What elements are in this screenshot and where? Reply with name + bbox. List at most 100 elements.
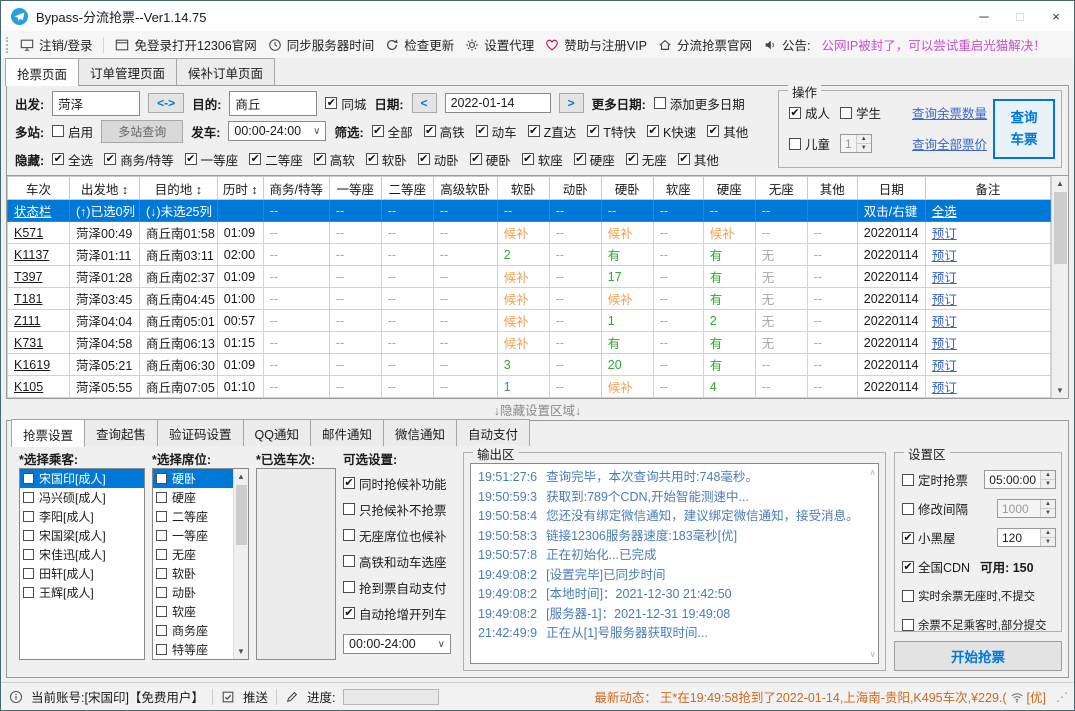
column-header-日期[interactable]: 日期 bbox=[857, 177, 925, 200]
cell-备注[interactable]: 预订 bbox=[925, 310, 1050, 332]
settings-tab-3[interactable]: QQ通知 bbox=[243, 419, 311, 446]
hide-软座[interactable]: 软座 bbox=[522, 150, 563, 169]
seat-item-商务座[interactable]: 商务座 bbox=[153, 621, 233, 640]
step-down-icon[interactable]: ▼ bbox=[1041, 509, 1055, 517]
option-自动抢增开列车[interactable]: 自动抢增开列车 bbox=[343, 600, 455, 626]
pass-item-田轩[成人][interactable]: 田轩[成人] bbox=[20, 564, 144, 583]
pass-item-冯兴硕[成人][interactable]: 冯兴硕[成人] bbox=[20, 488, 144, 507]
hide-商务/特等[interactable]: 商务/特等 bbox=[104, 150, 173, 169]
timed-grab-time-stepper[interactable]: 05:00:00▲▼ bbox=[984, 470, 1056, 489]
seat-item-特等座[interactable]: 特等座 bbox=[153, 640, 233, 659]
settings-tab-1[interactable]: 查询起售 bbox=[84, 419, 158, 446]
multi-query-button[interactable]: 多站查询 bbox=[101, 120, 183, 143]
swap-stations-button[interactable]: <-> bbox=[148, 93, 184, 113]
main-tab-0[interactable]: 抢票页面 bbox=[5, 58, 79, 86]
filter-T特快[interactable]: T特快 bbox=[587, 122, 636, 141]
resize-grip[interactable]: ⋰ bbox=[1056, 690, 1068, 704]
column-header-出发地[interactable]: 出发地 ↕ bbox=[70, 177, 140, 200]
toolbar-item-sync-server-time[interactable]: 同步服务器时间 bbox=[268, 35, 375, 54]
column-header-软座[interactable]: 软座 bbox=[653, 177, 703, 200]
blackroom-checkbox[interactable]: 小黑屋 bbox=[902, 528, 956, 547]
column-header-动卧[interactable]: 动卧 bbox=[549, 177, 601, 200]
filter-全部[interactable]: 全部 bbox=[372, 122, 413, 141]
step-down-icon[interactable]: ▼ bbox=[1041, 480, 1055, 488]
cell-备注[interactable]: 预订 bbox=[925, 376, 1050, 398]
column-header-备注[interactable]: 备注 bbox=[925, 177, 1050, 200]
option-同时抢候补功能[interactable]: 同时抢候补功能 bbox=[343, 470, 455, 496]
add-more-dates-checkbox[interactable]: 添加更多日期 bbox=[654, 94, 745, 113]
settings-tab-5[interactable]: 微信通知 bbox=[383, 419, 457, 446]
step-up-icon[interactable]: ▲ bbox=[1041, 529, 1055, 538]
hide-软卧[interactable]: 软卧 bbox=[366, 150, 407, 169]
column-header-硬座[interactable]: 硬座 bbox=[703, 177, 755, 200]
filter-其他[interactable]: 其他 bbox=[707, 122, 748, 141]
seat-item-一等座[interactable]: 一等座 bbox=[153, 526, 233, 545]
filter-K快速[interactable]: K快速 bbox=[647, 122, 696, 141]
step-down-icon[interactable]: ▼ bbox=[857, 144, 871, 152]
interval-checkbox[interactable]: 修改间隔 bbox=[902, 499, 968, 518]
cdn-checkbox[interactable]: 全国CDN bbox=[902, 557, 970, 576]
scroll-up-icon[interactable]: ▲ bbox=[1052, 176, 1068, 191]
step-up-icon[interactable]: ▲ bbox=[1041, 500, 1055, 509]
toolbar-item-official-site[interactable]: 分流抢票官网 bbox=[658, 35, 752, 54]
cell-备注[interactable]: 预订 bbox=[925, 222, 1050, 244]
main-tab-2[interactable]: 候补订单页面 bbox=[176, 58, 275, 85]
column-header-目的地[interactable]: 目的地 ↕ bbox=[140, 177, 218, 200]
adult-checkbox[interactable]: 成人 bbox=[789, 103, 830, 122]
hide-高软[interactable]: 高软 bbox=[314, 150, 355, 169]
seat-item-二等座[interactable]: 二等座 bbox=[153, 507, 233, 526]
scroll-up-icon[interactable]: ∧ bbox=[869, 467, 876, 478]
filter-高铁[interactable]: 高铁 bbox=[424, 122, 465, 141]
settings-tab-6[interactable]: 自动支付 bbox=[456, 419, 530, 446]
step-up-icon[interactable]: ▲ bbox=[857, 135, 871, 144]
start-grab-button[interactable]: 开始抢票 bbox=[894, 641, 1062, 671]
student-checkbox[interactable]: 学生 bbox=[840, 103, 881, 122]
child-count-stepper[interactable]: 1▲▼ bbox=[840, 134, 872, 153]
pass-item-王辉[成人][interactable]: 王辉[成人] bbox=[20, 583, 144, 602]
hide-全选[interactable]: 全选 bbox=[52, 150, 93, 169]
query-quantity-link[interactable]: 查询余票数量 bbox=[912, 103, 987, 122]
grab-time-range-select[interactable]: 00:00-24:00∨ bbox=[343, 634, 451, 654]
train-row-T181[interactable]: T181菏泽03:45商丘南04:4501:00--------候补--候补--… bbox=[8, 288, 1051, 310]
cell-备注[interactable]: 全选 bbox=[925, 200, 1050, 222]
scrollbar-thumb[interactable] bbox=[1054, 192, 1067, 264]
blackroom-stepper[interactable]: 120▲▼ bbox=[997, 528, 1056, 547]
option-高铁和动车选座[interactable]: 高铁和动车选座 bbox=[343, 548, 455, 574]
settings-tab-2[interactable]: 验证码设置 bbox=[157, 419, 244, 446]
seat-item-硬座[interactable]: 硬座 bbox=[153, 488, 233, 507]
hide-硬座[interactable]: 硬座 bbox=[574, 150, 615, 169]
multi-enable-checkbox[interactable]: 启用 bbox=[52, 122, 93, 141]
train-row-K731[interactable]: K731菏泽04:58商丘南06:1301:15--------候补--有--有… bbox=[8, 332, 1051, 354]
depart-time-select[interactable]: 00:00-24:00∨ bbox=[228, 121, 326, 141]
step-down-icon[interactable]: ▼ bbox=[1041, 538, 1055, 546]
main-tab-1[interactable]: 订单管理页面 bbox=[78, 58, 177, 85]
option-抢到票自动支付[interactable]: 抢到票自动支付 bbox=[343, 574, 455, 600]
column-header-硬卧[interactable]: 硬卧 bbox=[601, 177, 653, 200]
column-header-高级软卧[interactable]: 高级软卧 bbox=[433, 177, 497, 200]
seat-item-硬卧[interactable]: 硬卧 bbox=[153, 469, 233, 488]
toolbar-item-sponsor-vip[interactable]: 赞助与注册VIP bbox=[545, 35, 647, 54]
hide-二等座[interactable]: 二等座 bbox=[249, 150, 303, 169]
same-city-checkbox[interactable]: 同城 bbox=[325, 94, 366, 113]
table-scrollbar[interactable]: ▲ ▼ bbox=[1051, 176, 1068, 398]
scroll-down-icon[interactable]: ▼ bbox=[234, 644, 248, 659]
child-checkbox[interactable]: 儿童 bbox=[789, 134, 830, 153]
filter-动车[interactable]: 动车 bbox=[476, 122, 517, 141]
query-price-link[interactable]: 查询全部票价 bbox=[912, 134, 987, 153]
output-log[interactable]: 19:51:27:6查询完毕，本次查询共用时:748毫秒。19:50:59:3获… bbox=[470, 463, 879, 664]
cell-备注[interactable]: 预订 bbox=[925, 354, 1050, 376]
passenger-list[interactable]: 宋国印[成人]冯兴硕[成人]李阳[成人]宋国梁[成人]宋佳迅[成人]田轩[成人]… bbox=[19, 468, 145, 660]
hide-其他[interactable]: 其他 bbox=[678, 150, 719, 169]
train-row-Z111[interactable]: Z111菏泽04:04商丘南05:0100:57--------候补--1--2… bbox=[8, 310, 1051, 332]
step-up-icon[interactable]: ▲ bbox=[1041, 471, 1055, 480]
pass-item-宋国梁[成人][interactable]: 宋国梁[成人] bbox=[20, 526, 144, 545]
scroll-down-icon[interactable]: ▼ bbox=[1052, 383, 1068, 398]
train-row-K1619[interactable]: K1619菏泽05:21商丘南06:3001:09--------3--20--… bbox=[8, 354, 1051, 376]
minimize-button[interactable]: ─ bbox=[966, 1, 1002, 31]
toolbar-item-logout-login[interactable]: 注销/登录 bbox=[20, 35, 92, 54]
close-button[interactable]: × bbox=[1038, 1, 1074, 31]
from-station-input[interactable]: 菏泽 bbox=[52, 91, 140, 116]
filter-Z直达[interactable]: Z直达 bbox=[528, 122, 577, 141]
column-header-车次[interactable]: 车次 bbox=[8, 177, 70, 200]
pass-item-宋国印[成人][interactable]: 宋国印[成人] bbox=[20, 469, 144, 488]
